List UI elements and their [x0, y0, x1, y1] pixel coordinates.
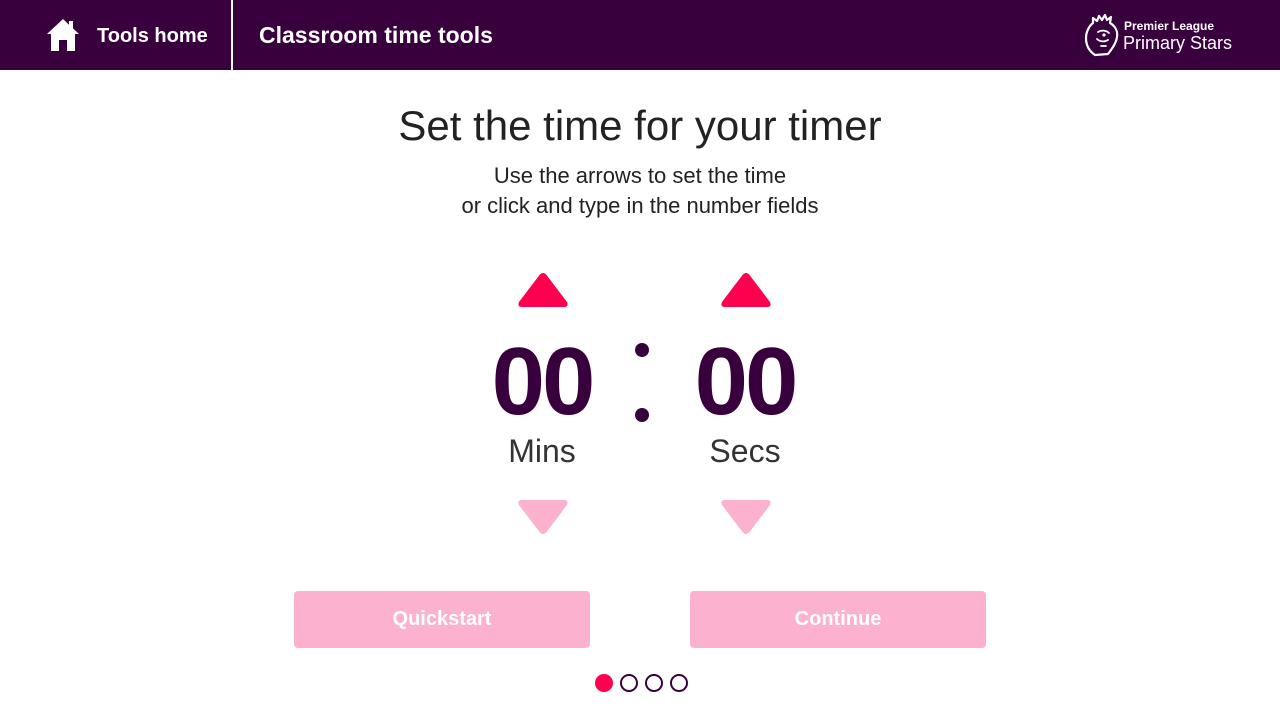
header-divider — [231, 0, 233, 70]
minutes-input[interactable] — [472, 334, 612, 430]
instructions: Use the arrows to set the time or click … — [0, 161, 1280, 221]
tools-home-label: Tools home — [97, 25, 208, 47]
step-dot-1[interactable] — [595, 674, 613, 692]
premier-league-lion-logo — [1084, 14, 1119, 57]
header-title: Classroom time tools — [259, 22, 493, 48]
minutes-label: Mins — [508, 433, 576, 469]
instruction-line-2: or click and type in the number fields — [461, 193, 819, 218]
step-dot-4[interactable] — [670, 674, 688, 692]
instruction-line-1: Use the arrows to set the time — [493, 163, 787, 188]
premier-league-brand: Premier League Primary Stars — [1084, 14, 1244, 58]
triangle-up-icon — [721, 273, 771, 307]
minutes-decrement-button[interactable] — [517, 499, 569, 535]
quickstart-button[interactable]: Quickstart — [294, 591, 590, 648]
tools-home-link[interactable]: Tools home — [0, 0, 231, 70]
brand-line-premier-league: Premier League — [1124, 19, 1215, 33]
triangle-down-icon — [721, 500, 771, 534]
top-header: Tools home Classroom time tools Premier … — [0, 0, 1280, 70]
seconds-input[interactable] — [675, 334, 815, 430]
brand-line-primary-stars: Primary Stars — [1123, 33, 1233, 53]
step-dot-3[interactable] — [645, 674, 663, 692]
seconds-decrement-button[interactable] — [720, 499, 772, 535]
seconds-label: Secs — [709, 433, 781, 469]
triangle-up-icon — [518, 273, 568, 307]
colon-dot-top — [635, 343, 649, 357]
page-title: Set the time for your timer — [398, 102, 882, 149]
colon-dot-bottom — [635, 408, 649, 422]
minutes-increment-button[interactable] — [517, 272, 569, 308]
seconds-increment-button[interactable] — [720, 272, 772, 308]
step-pagination — [594, 674, 694, 692]
home-icon — [47, 19, 79, 51]
step-dot-2[interactable] — [620, 674, 638, 692]
continue-button[interactable]: Continue — [690, 591, 986, 648]
triangle-down-icon — [518, 500, 568, 534]
